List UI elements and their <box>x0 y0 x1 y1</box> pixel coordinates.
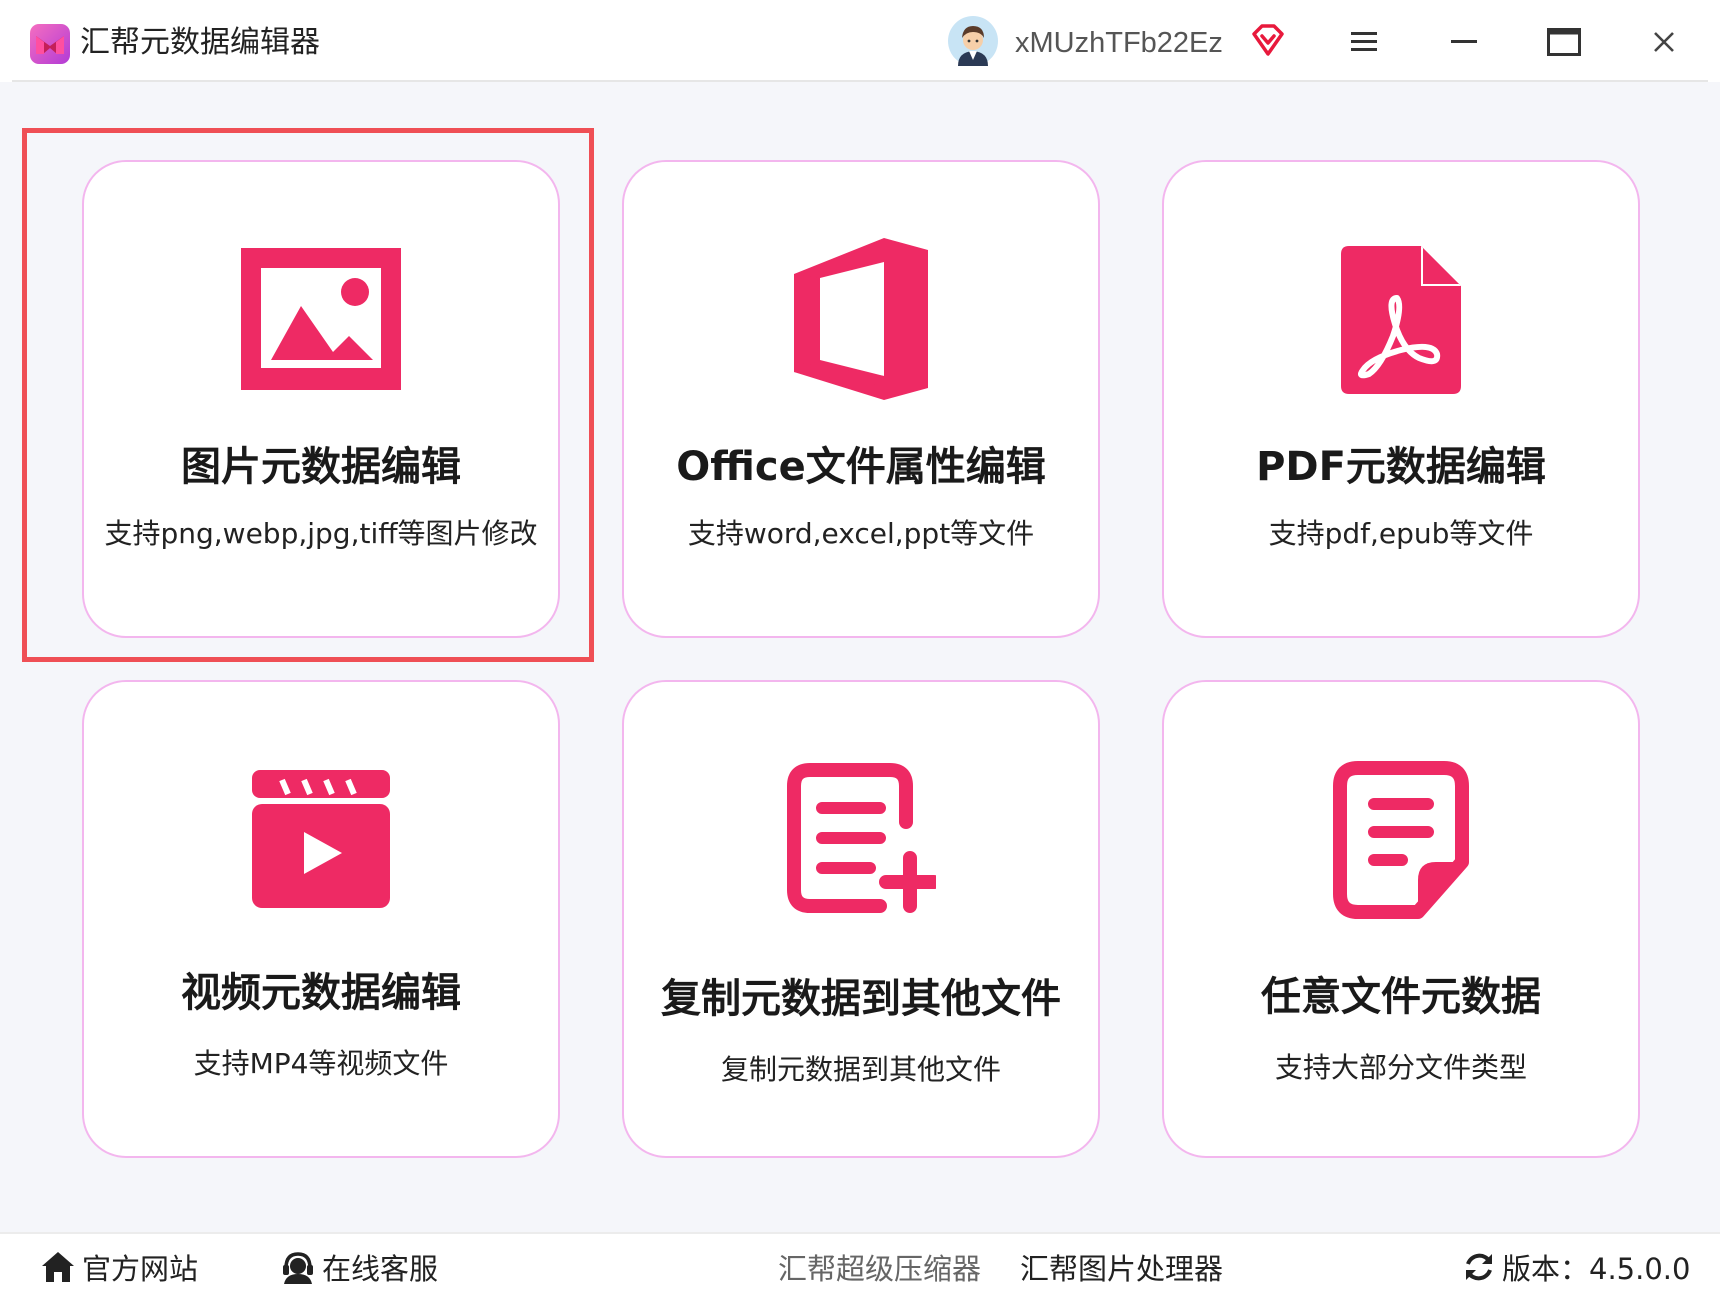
close-button[interactable] <box>1636 14 1692 70</box>
vip-diamond-icon[interactable] <box>1250 22 1286 58</box>
minimize-button[interactable] <box>1436 14 1492 70</box>
card-description: 支持word,excel,ppt等文件 <box>687 517 1035 550</box>
card-title: Office文件属性编辑 <box>676 444 1046 490</box>
avatar[interactable] <box>948 16 998 66</box>
card-video-metadata[interactable]: 视频元数据编辑 支持MP4等视频文件 <box>82 680 560 1158</box>
refresh-icon <box>1466 1253 1492 1281</box>
home-icon <box>42 1252 74 1282</box>
card-title: 任意文件元数据 <box>1261 974 1541 1020</box>
app-title: 汇帮元数据编辑器 <box>80 25 320 60</box>
app-logo-icon <box>30 24 70 64</box>
card-description: 支持大部分文件类型 <box>1274 1051 1527 1084</box>
online-support-label: 在线客服 <box>322 1252 439 1286</box>
official-website-link[interactable]: 官方网站 <box>40 1245 198 1289</box>
title-bar-divider <box>12 80 1708 82</box>
card-image-metadata[interactable]: 图片元数据编辑 支持png,webp,jpg,tiff等图片修改 <box>82 160 560 638</box>
super-compressor-link[interactable]: 汇帮超级压缩器 <box>778 1245 981 1289</box>
version-label: 版本：4.5.0.0 <box>1502 1252 1691 1286</box>
card-description: 支持pdf,epub等文件 <box>1268 517 1534 550</box>
card-pdf-metadata[interactable]: PDF元数据编辑 支持pdf,epub等文件 <box>1162 160 1640 638</box>
image-icon <box>241 248 401 390</box>
online-support-link[interactable]: 在线客服 <box>280 1245 438 1289</box>
card-title: 复制元数据到其他文件 <box>661 976 1061 1022</box>
image-processor-link[interactable]: 汇帮图片处理器 <box>1020 1245 1223 1289</box>
username[interactable]: xMUzhTFb22Ez <box>1015 20 1223 66</box>
office-icon <box>794 238 928 400</box>
video-icon <box>252 770 390 908</box>
version-info[interactable]: 版本：4.5.0.0 <box>1462 1245 1690 1289</box>
card-any-file-metadata[interactable]: 任意文件元数据 支持大部分文件类型 <box>1162 680 1640 1158</box>
minimize-icon <box>1451 40 1477 43</box>
card-description: 支持png,webp,jpg,tiff等图片修改 <box>104 517 538 550</box>
card-copy-metadata[interactable]: 复制元数据到其他文件 复制元数据到其他文件 <box>622 680 1100 1158</box>
menu-button[interactable] <box>1336 14 1392 70</box>
pdf-icon <box>1341 246 1461 394</box>
card-description: 支持MP4等视频文件 <box>193 1047 449 1080</box>
maximize-button[interactable] <box>1536 14 1592 70</box>
card-title: 视频元数据编辑 <box>181 970 461 1016</box>
headset-icon <box>283 1252 313 1284</box>
official-website-label: 官方网站 <box>82 1252 199 1286</box>
card-title: PDF元数据编辑 <box>1256 444 1546 490</box>
maximize-icon <box>1547 28 1581 56</box>
card-description: 复制元数据到其他文件 <box>720 1053 1001 1086</box>
file-icon <box>1333 761 1469 919</box>
close-icon <box>1654 32 1674 52</box>
card-title: 图片元数据编辑 <box>181 444 461 490</box>
menu-icon <box>1351 32 1377 51</box>
document-add-icon <box>787 763 936 913</box>
card-office-properties[interactable]: Office文件属性编辑 支持word,excel,ppt等文件 <box>622 160 1100 638</box>
